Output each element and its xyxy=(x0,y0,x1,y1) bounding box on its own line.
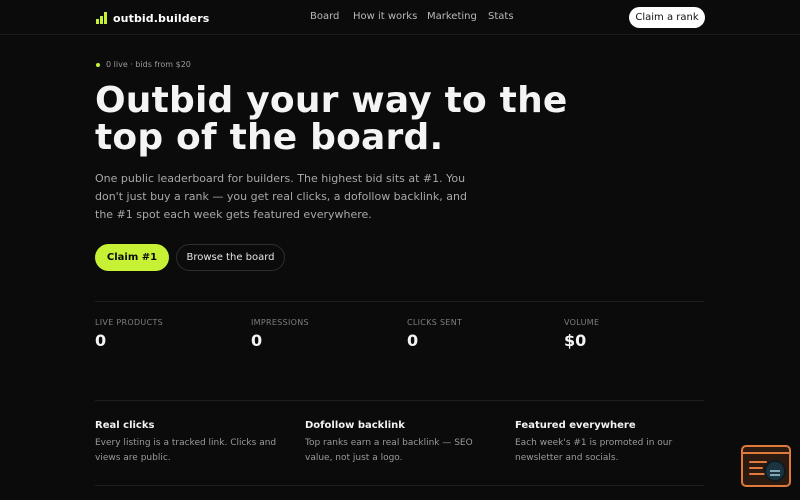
feature-description: Every listing is a tracked link. Clicks … xyxy=(95,438,277,463)
feature-description: Each week's #1 is promoted in our newsle… xyxy=(515,438,673,463)
live-status-text: 0 live · bids from $20 xyxy=(106,60,191,69)
divider xyxy=(95,400,704,401)
widget-line xyxy=(749,461,767,463)
live-status: 0 live · bids from $20 xyxy=(96,60,191,69)
feature-title: Real clicks xyxy=(95,420,155,431)
stat-value: 0 xyxy=(95,331,107,350)
divider xyxy=(95,301,704,302)
feature-title: Featured everywhere xyxy=(515,420,636,431)
nav-board[interactable]: Board xyxy=(310,11,339,22)
stat-value: 0 xyxy=(407,331,419,350)
stat-value: $0 xyxy=(564,331,587,350)
nav-stats[interactable]: Stats xyxy=(488,11,514,22)
feature-dofollow-backlink: Dofollow backlink Top ranks earn a real … xyxy=(305,420,495,466)
divider xyxy=(95,485,704,486)
stat-value: 0 xyxy=(251,331,263,350)
stat-volume: VOLUME $0 xyxy=(564,318,714,350)
stat-label: CLICKS SENT xyxy=(407,318,463,327)
stat-impressions: IMPRESSIONS 0 xyxy=(251,318,401,350)
nav-marketing[interactable]: Marketing xyxy=(427,11,477,22)
feature-featured-everywhere: Featured everywhere Each week's #1 is pr… xyxy=(515,420,705,466)
top-nav: outbid.builders Board How it works Marke… xyxy=(0,0,800,35)
widget-line xyxy=(749,467,763,469)
magnifier-icon xyxy=(764,460,786,482)
browse-board-button[interactable]: Browse the board xyxy=(176,244,285,271)
stat-label: IMPRESSIONS xyxy=(251,318,309,327)
nav-how-it-works[interactable]: How it works xyxy=(353,11,417,22)
hero-description: One public leaderboard for builders. The… xyxy=(95,172,467,221)
claim-first-button[interactable]: Claim #1 xyxy=(95,244,169,271)
stat-label: LIVE PRODUCTS xyxy=(95,318,164,327)
feature-title: Dofollow backlink xyxy=(305,420,405,431)
hero-title: Outbid your way to the top of the board. xyxy=(95,80,568,158)
feature-real-clicks: Real clicks Every listing is a tracked l… xyxy=(95,420,285,466)
feature-description: Top ranks earn a real backlink — SEO val… xyxy=(305,438,473,463)
stat-clicks-sent: CLICKS SENT 0 xyxy=(407,318,557,350)
page: outbid.builders Board How it works Marke… xyxy=(0,0,800,500)
floating-widget-icon[interactable] xyxy=(741,445,791,487)
claim-rank-button[interactable]: Claim a rank xyxy=(629,7,705,28)
widget-title-bar xyxy=(743,447,789,454)
stat-live-products: LIVE PRODUCTS 0 xyxy=(95,318,245,350)
live-dot-icon xyxy=(96,62,100,67)
stat-label: VOLUME xyxy=(564,318,600,327)
